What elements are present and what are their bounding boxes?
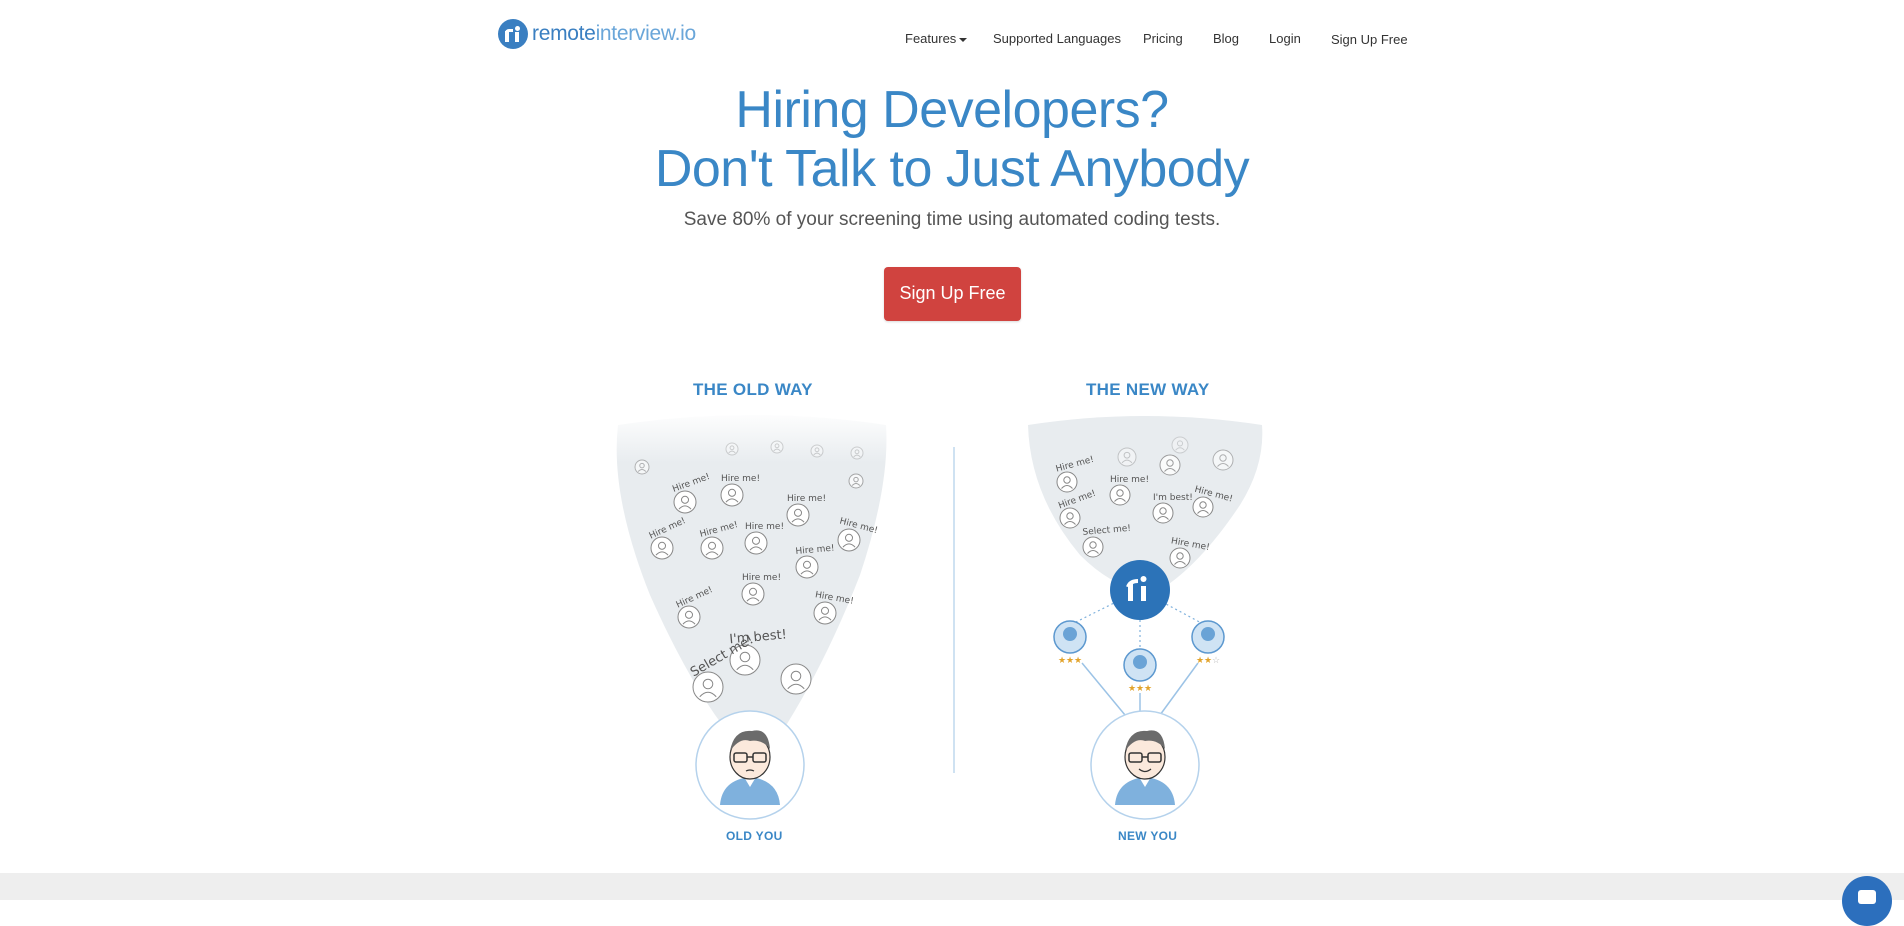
- candidate-icon: [810, 444, 824, 458]
- new-way-title: THE NEW WAY: [1086, 380, 1210, 399]
- star-icon: ★: [1074, 655, 1082, 665]
- next-section-band: [0, 873, 1904, 900]
- candidate-icon: [1212, 449, 1234, 471]
- ri-hub-icon: [1110, 560, 1170, 620]
- chat-widget-icon[interactable]: [1842, 876, 1892, 926]
- star-icon: ☆: [1212, 655, 1220, 665]
- new-you-caption: NEW YOU: [1118, 829, 1178, 843]
- candidate-icon: [848, 473, 864, 489]
- speech-label: Hire me!: [742, 573, 781, 583]
- hero-title-line1: Hiring Developers?: [735, 81, 1169, 139]
- shortlisted-candidate: ★ ★ ☆: [1191, 620, 1225, 665]
- star-icon: ★: [1196, 655, 1204, 665]
- speech-label: I'm best!: [1153, 493, 1193, 503]
- nav-login[interactable]: Login: [1269, 31, 1301, 46]
- candidate-icon: [1171, 436, 1189, 454]
- nav-features-dropdown[interactable]: Features: [905, 31, 968, 46]
- brand-name: remoteinterview.io: [532, 22, 696, 45]
- nav-supported-languages[interactable]: Supported Languages: [993, 31, 1121, 46]
- star-icon: ★: [1128, 683, 1136, 693]
- hero-subtitle: Save 80% of your screening time using au…: [683, 209, 1221, 230]
- candidate-icon: [780, 663, 812, 695]
- nav-features-label: Features: [905, 31, 957, 46]
- speech-label: Hire me!: [745, 522, 784, 532]
- old-way-title: THE OLD WAY: [693, 380, 813, 399]
- candidate-icon: Hire me!: [813, 590, 854, 625]
- star-icon: ★: [1204, 655, 1212, 665]
- logo-icon: [498, 19, 528, 49]
- shortlisted-candidate: ★ ★ ★: [1123, 648, 1157, 693]
- candidate-icon: [770, 440, 784, 454]
- star-icon: ★: [1144, 683, 1152, 693]
- candidate-icon: [1117, 447, 1137, 467]
- old-you-caption: OLD YOU: [726, 829, 783, 843]
- nav-signup[interactable]: Sign Up Free: [1331, 32, 1408, 47]
- shortlisted-candidate: ★ ★ ★: [1053, 620, 1087, 665]
- shortlist-group: ★ ★ ★★ ★ ★★ ★ ☆: [1053, 620, 1225, 693]
- nav-blog[interactable]: Blog: [1213, 31, 1239, 46]
- speech-label: Hire me!: [721, 474, 760, 484]
- columns-divider: [953, 447, 955, 773]
- speech-label: Hire me!: [1110, 475, 1149, 485]
- candidate-icon: [634, 459, 650, 475]
- brand-logo[interactable]: remoteinterview.io: [498, 19, 696, 49]
- nav-pricing[interactable]: Pricing: [1143, 31, 1183, 46]
- candidate-icon: [850, 446, 864, 460]
- speech-label: Hire me!: [787, 494, 826, 504]
- candidate-icon: [725, 442, 739, 456]
- star-icon: ★: [1058, 655, 1066, 665]
- star-icon: ★: [1066, 655, 1074, 665]
- navbar: remoteinterview.io Features Supported La…: [0, 0, 1904, 70]
- old-way-illustration: Hire me! Hire me! Hire me! Hire me! Hire me!…: [616, 415, 887, 820]
- star-icon: ★: [1136, 683, 1144, 693]
- hero-title-line2: Don't Talk to Just Anybody: [654, 140, 1250, 198]
- signup-cta-button[interactable]: Sign Up Free: [884, 267, 1021, 321]
- candidate-icon: [1159, 454, 1181, 476]
- chevron-down-icon: [959, 37, 968, 42]
- new-way-illustration: Hire me!Hire me!I'm best!Hire me! Hire me…: [1028, 416, 1263, 820]
